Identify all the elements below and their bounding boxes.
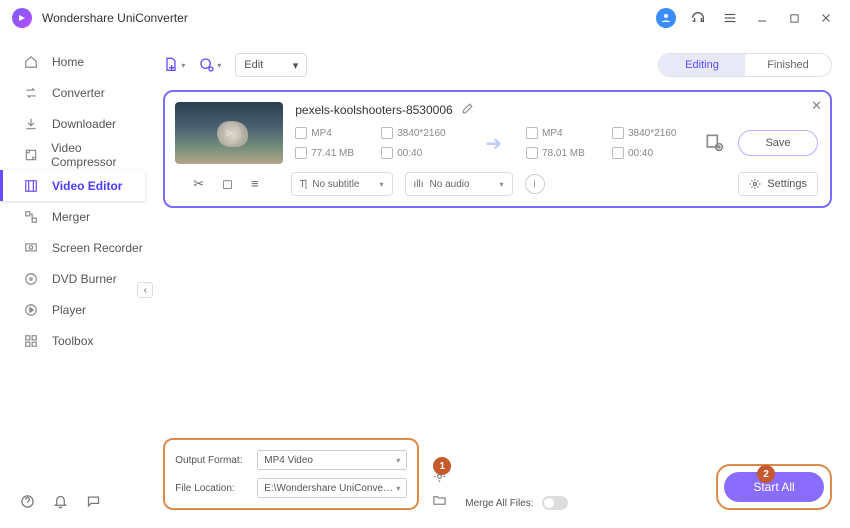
merger-icon	[22, 210, 40, 224]
rename-icon[interactable]	[461, 102, 474, 118]
sidebar-item-downloader[interactable]: Downloader	[0, 108, 145, 139]
merge-toggle[interactable]	[542, 496, 568, 510]
output-settings-box: Output Format: MP4 Video▾ File Location:…	[163, 438, 419, 510]
collapse-sidebar-button[interactable]: ‹	[137, 282, 153, 298]
bottom-bar: Output Format: MP4 Video▾ File Location:…	[163, 438, 832, 514]
sidebar: Home Converter Downloader Video Compress…	[0, 36, 145, 528]
open-folder-icon[interactable]	[429, 490, 449, 510]
sidebar-item-screen-recorder[interactable]: Screen Recorder	[0, 232, 145, 263]
save-button[interactable]: Save	[738, 130, 818, 156]
target-info: MP4 3840*2160 78.01 MB 00:40	[526, 124, 692, 162]
annotation-badge-2: 2	[757, 465, 775, 483]
feedback-icon[interactable]	[86, 494, 101, 514]
source-info: MP4 3840*2160 77.41 MB 00:40	[295, 124, 461, 162]
sidebar-item-compressor[interactable]: Video Compressor	[0, 139, 145, 170]
video-thumbnail[interactable]	[175, 102, 283, 164]
file-location-dropdown[interactable]: E:\Wondershare UniConverter▾	[257, 478, 407, 498]
dvd-icon	[22, 272, 40, 286]
trim-icon[interactable]: ✂	[193, 176, 204, 192]
arrow-right-icon: ➜	[485, 131, 502, 156]
help-icon[interactable]	[20, 494, 35, 514]
edit-dropdown-label: Edit	[244, 59, 263, 71]
output-format-dropdown[interactable]: MP4 Video▾	[257, 450, 407, 470]
sidebar-item-label: Home	[52, 55, 84, 69]
sidebar-item-label: Screen Recorder	[52, 241, 143, 255]
toolbar: ▾ ▾ Edit ▾ Editing Finished	[163, 46, 832, 84]
main-panel: ▾ ▾ Edit ▾ Editing Finished ✕	[145, 36, 850, 528]
title-bar: Wondershare UniConverter	[0, 0, 850, 36]
merge-all-row: Merge All Files:	[465, 496, 567, 510]
converter-icon	[22, 86, 40, 100]
merge-label: Merge All Files:	[465, 498, 533, 509]
support-headset-icon[interactable]	[686, 6, 710, 30]
app-title: Wondershare UniConverter	[42, 11, 188, 25]
sidebar-item-video-editor[interactable]: Video Editor	[0, 170, 145, 201]
sidebar-item-label: Merger	[52, 210, 90, 224]
sidebar-item-label: Video Compressor	[51, 141, 145, 169]
toolbox-icon	[22, 334, 40, 348]
sidebar-item-dvd-burner[interactable]: DVD Burner	[0, 263, 145, 294]
settings-button[interactable]: Settings	[738, 172, 818, 196]
player-icon	[22, 303, 40, 317]
recorder-icon	[22, 241, 40, 255]
sidebar-item-converter[interactable]: Converter	[0, 77, 145, 108]
app-logo	[12, 8, 32, 28]
sidebar-item-player[interactable]: Player	[0, 294, 145, 325]
sidebar-item-label: Downloader	[52, 117, 116, 131]
status-tabs: Editing Finished	[658, 53, 832, 77]
info-icon[interactable]: i	[525, 174, 545, 194]
more-actions-icon[interactable]: ≡	[251, 176, 259, 192]
add-folder-button[interactable]: ▾	[199, 54, 221, 76]
audio-dropdown[interactable]: ıllıNo audio▾	[405, 172, 513, 196]
output-format-label: Output Format:	[175, 455, 251, 466]
minimize-button[interactable]	[750, 6, 774, 30]
crop-icon[interactable]: ◻	[222, 176, 233, 192]
sidebar-item-label: Converter	[52, 86, 105, 100]
sidebar-item-merger[interactable]: Merger	[0, 201, 145, 232]
play-icon	[217, 121, 241, 145]
editor-icon	[22, 179, 40, 193]
tab-editing[interactable]: Editing	[659, 54, 745, 76]
remove-file-button[interactable]: ✕	[811, 98, 822, 114]
sidebar-item-toolbox[interactable]: Toolbox	[0, 325, 145, 356]
close-window-button[interactable]	[814, 6, 838, 30]
file-location-label: File Location:	[175, 483, 251, 494]
chevron-down-icon: ▾	[293, 59, 299, 72]
file-card: ✕ pexels-koolshooters-8530006 MP4 3840*2…	[163, 90, 832, 208]
home-icon	[22, 55, 40, 69]
sidebar-item-label: DVD Burner	[52, 272, 117, 286]
sidebar-item-home[interactable]: Home	[0, 46, 145, 77]
user-account-icon[interactable]	[654, 6, 678, 30]
sidebar-item-label: Video Editor	[52, 179, 122, 193]
sidebar-item-label: Player	[52, 303, 86, 317]
add-file-button[interactable]: ▾	[163, 54, 185, 76]
bell-icon[interactable]	[53, 494, 68, 514]
download-icon	[22, 117, 40, 131]
tab-finished[interactable]: Finished	[745, 54, 831, 76]
maximize-button[interactable]	[782, 6, 806, 30]
output-settings-icon[interactable]	[704, 132, 726, 154]
compress-icon	[22, 148, 39, 162]
file-name: pexels-koolshooters-8530006	[295, 103, 452, 117]
sidebar-item-label: Toolbox	[52, 334, 93, 348]
hamburger-menu-icon[interactable]	[718, 6, 742, 30]
edit-dropdown[interactable]: Edit ▾	[235, 53, 307, 77]
subtitle-dropdown[interactable]: T|No subtitle▾	[291, 172, 393, 196]
